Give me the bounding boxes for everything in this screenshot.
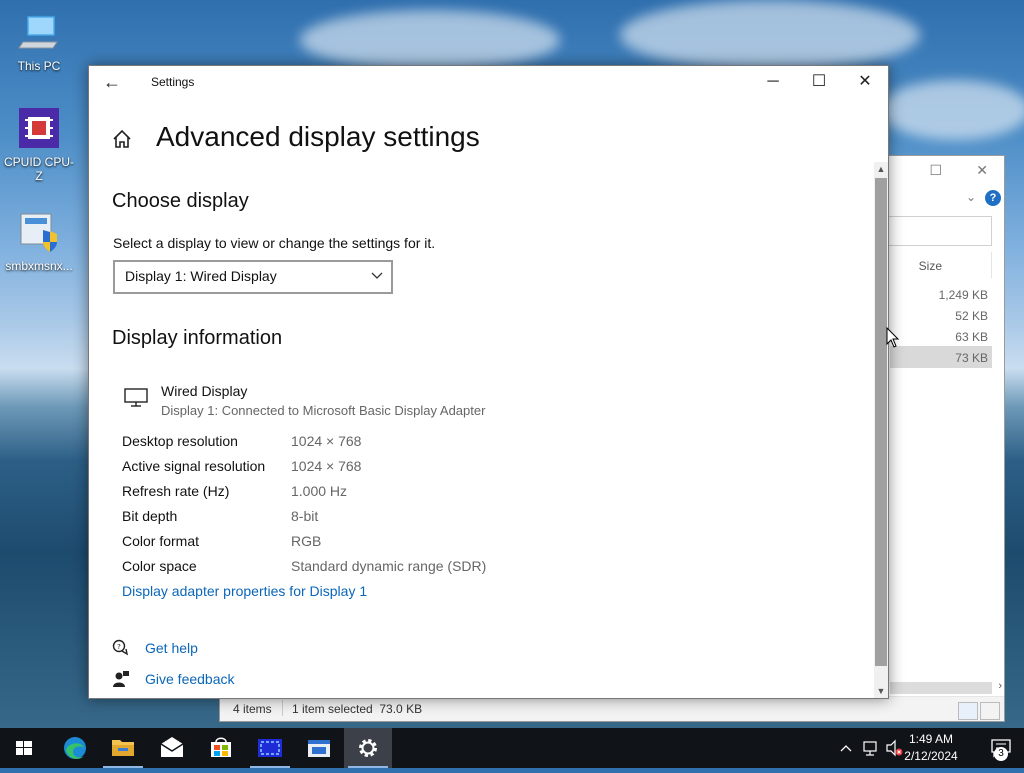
status-selection: 1 item selected 73.0 KB (292, 702, 423, 716)
close-icon[interactable]: ✕ (976, 162, 988, 179)
maximize-icon[interactable]: ☐ (929, 162, 942, 179)
info-key: Color format (122, 533, 200, 549)
help-chat-icon: ? (112, 639, 128, 656)
display-select[interactable]: Display 1: Wired Display (113, 260, 393, 294)
notification-count-badge: 3 (994, 747, 1008, 761)
chevron-down-icon (371, 272, 383, 279)
column-divider (991, 252, 994, 278)
info-value: 8-bit (291, 508, 319, 524)
file-size: 73 KB (955, 351, 988, 365)
chevron-down-icon[interactable]: ⌄ (966, 190, 976, 204)
info-value: RGB (291, 533, 322, 549)
horizontal-scrollbar[interactable] (890, 682, 992, 694)
get-help-link[interactable]: Get help (145, 640, 198, 656)
give-feedback-link[interactable]: Give feedback (145, 671, 235, 687)
taskbar-screen-tool[interactable] (246, 728, 294, 768)
display-info-heading: Display information (112, 327, 283, 349)
desktop-icon-installer[interactable]: smbxmsnx... (3, 210, 75, 273)
status-separator (282, 700, 283, 716)
info-key: Active signal resolution (122, 458, 266, 474)
title-bar: ← Settings ─ ☐ ✕ (89, 66, 888, 98)
screen-capture-icon (258, 739, 282, 757)
details-view-icon[interactable] (958, 702, 978, 720)
scroll-up-icon[interactable]: ▲ (874, 162, 888, 176)
taskbar-app[interactable] (295, 728, 343, 768)
file-size: 1,249 KB (938, 288, 988, 302)
desktop-icon-this-pc[interactable]: This PC (3, 10, 75, 73)
edge-browser-icon (64, 737, 86, 759)
info-value: 1024 × 768 (291, 458, 362, 474)
clock-time: 1:49 AM (908, 732, 954, 746)
scroll-down-icon[interactable]: ▼ (874, 684, 888, 698)
installer-shield-icon (20, 213, 57, 252)
info-value: 1.000 Hz (291, 483, 348, 499)
mail-icon (160, 737, 184, 757)
info-key: Color space (122, 558, 197, 574)
maximize-button[interactable]: ☐ (796, 66, 842, 98)
large-icons-view-icon[interactable] (980, 702, 1000, 720)
info-key: Desktop resolution (122, 433, 238, 449)
system-clock[interactable]: 1:49 AM 2/12/2024 (896, 731, 966, 765)
mouse-cursor-icon (886, 327, 900, 348)
column-header-size[interactable]: Size (919, 259, 942, 273)
choose-display-label: Select a display to view or change the s… (113, 235, 436, 251)
chevron-right-icon[interactable]: › (998, 680, 1002, 692)
taskbar-edge[interactable] (51, 728, 99, 768)
chevron-up-icon[interactable] (838, 728, 854, 768)
taskbar-mail[interactable] (148, 728, 196, 768)
close-button[interactable]: ✕ (842, 66, 888, 98)
feedback-icon (113, 671, 129, 687)
back-arrow-icon[interactable]: ← (103, 72, 125, 92)
desktop-icon-label: smbxmsnx... (5, 259, 73, 273)
taskbar: 1:49 AM 2/12/2024 3 (0, 728, 1024, 768)
search-input[interactable] (888, 216, 992, 246)
status-bar: 4 items 1 item selected 73.0 KB (220, 696, 1004, 721)
info-key: Refresh rate (Hz) (122, 483, 230, 499)
settings-window: ← Settings ─ ☐ ✕ Advanced display settin… (88, 65, 889, 699)
desktop-icon-cpuz[interactable]: CPUID CPU-Z (3, 106, 75, 183)
display-name: Wired Display (161, 383, 248, 399)
file-size: 63 KB (955, 330, 988, 344)
scrollbar-thumb[interactable] (875, 178, 887, 666)
taskbar-settings[interactable] (344, 728, 392, 768)
clock-date: 2/12/2024 (904, 749, 958, 763)
folder-icon (112, 740, 134, 756)
cloud (620, 0, 920, 70)
desktop-icon-label: This PC (17, 59, 61, 73)
start-button[interactable] (0, 728, 48, 768)
file-size: 52 KB (955, 309, 988, 323)
windows-logo-icon (16, 741, 32, 755)
app-title: Settings (151, 75, 195, 89)
choose-display-heading: Choose display (112, 190, 249, 212)
store-icon (211, 737, 231, 757)
display-select-value: Display 1: Wired Display (125, 268, 277, 284)
window-app-icon (308, 740, 330, 757)
display-connection: Display 1: Connected to Microsoft Basic … (161, 403, 486, 418)
taskbar-file-explorer[interactable] (99, 728, 147, 768)
home-icon[interactable] (111, 128, 133, 150)
help-icon[interactable]: ? (985, 190, 1001, 206)
desktop-icon-label: CPUID CPU-Z (3, 155, 74, 183)
cpuz-icon (19, 108, 59, 148)
info-key: Bit depth (122, 508, 178, 524)
cloud (880, 80, 1024, 140)
taskbar-store[interactable] (197, 728, 245, 768)
info-value: 1024 × 768 (291, 433, 362, 449)
network-icon[interactable] (861, 728, 881, 768)
adapter-properties-link[interactable]: Display adapter properties for Display 1 (122, 583, 367, 599)
status-item-count: 4 items (233, 702, 272, 716)
gear-icon (359, 739, 377, 757)
svg-text:?: ? (117, 643, 121, 651)
cloud (300, 10, 560, 70)
vertical-scrollbar[interactable]: ▲ ▼ (874, 162, 888, 698)
minimize-button[interactable]: ─ (750, 66, 796, 98)
monitor-icon (124, 388, 148, 407)
computer-icon (18, 15, 58, 49)
info-value: Standard dynamic range (SDR) (291, 558, 487, 574)
page-title: Advanced display settings (156, 121, 480, 152)
